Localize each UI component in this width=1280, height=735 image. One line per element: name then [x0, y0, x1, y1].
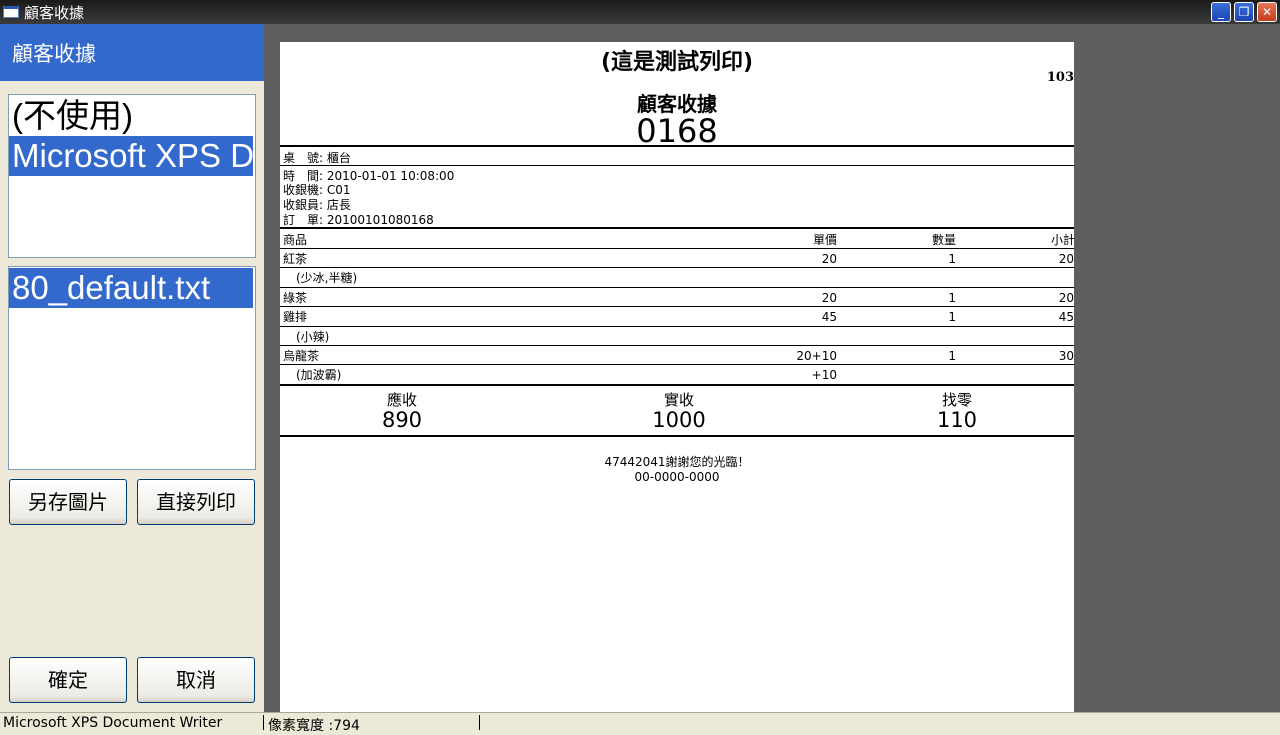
info-order-value: 20100101080168: [326, 213, 434, 227]
divider: [280, 435, 1074, 437]
footer-phone: 00-0000-0000: [634, 470, 720, 484]
minimize-icon: _: [1218, 5, 1224, 19]
window-title: 顧客收據: [24, 3, 85, 22]
info-register-value: C01: [326, 183, 351, 197]
info-register: 收銀機: C01: [283, 183, 351, 197]
column-header-price: 單價: [812, 233, 837, 247]
line-item-subtotal: 45: [1058, 310, 1074, 324]
amount-due-label: 應收: [386, 391, 417, 409]
info-table-value: 櫃台: [326, 151, 351, 165]
restore-button[interactable]: ❐: [1234, 2, 1254, 22]
left-panel: 顧客收據 (不使用) Microsoft XPS D 80_default.tx…: [0, 24, 264, 712]
status-separator: [479, 715, 480, 730]
change-label: 找零: [941, 391, 972, 409]
line-item-name: 雞排: [283, 310, 308, 324]
close-button[interactable]: ✕: [1257, 2, 1277, 22]
divider: [280, 165, 1074, 166]
column-header-subtotal: 小計: [1050, 233, 1074, 247]
line-item-price: 20: [821, 252, 837, 266]
divider: [280, 287, 1074, 288]
test-print-title: (這是測試列印): [600, 50, 754, 75]
divider: [280, 384, 1074, 386]
receipt-page: (這是測試列印) 103 顧客收據 0168 桌 號: 櫃台 時 間: 2010…: [280, 42, 1074, 712]
status-separator: [263, 715, 264, 730]
info-table-label: 桌 號: 櫃台: [283, 151, 351, 165]
line-item-price: 20: [821, 291, 837, 305]
cancel-button[interactable]: 取消: [137, 657, 255, 703]
line-item-name: 烏龍茶: [283, 349, 320, 363]
divider: [280, 145, 1074, 147]
printer-list[interactable]: (不使用) Microsoft XPS D: [8, 94, 256, 258]
print-direct-button[interactable]: 直接列印: [137, 479, 255, 525]
status-bar: Microsoft XPS Document Writer 像素寬度 :794: [0, 712, 1280, 734]
change-value: 110: [936, 408, 978, 432]
line-item-price: +10: [811, 368, 837, 382]
info-time: 時 間: 2010-01-01 10:08:00: [283, 169, 455, 183]
amount-paid-value: 1000: [652, 408, 706, 432]
divider: [280, 345, 1074, 346]
line-item-name: 紅茶: [283, 252, 308, 266]
divider: [280, 306, 1074, 307]
line-item-note: (小辣): [296, 330, 330, 344]
divider: [280, 364, 1074, 365]
ok-button[interactable]: 確定: [9, 657, 127, 703]
info-cashier: 收銀員: 店長: [283, 198, 351, 212]
divider: [280, 267, 1074, 268]
minimize-button[interactable]: _: [1211, 2, 1231, 22]
line-item-price: 45: [821, 310, 837, 324]
status-printer: Microsoft XPS Document Writer: [3, 715, 223, 731]
printer-item-xps[interactable]: Microsoft XPS D: [9, 136, 254, 176]
amount-due-value: 890: [381, 408, 423, 432]
template-list[interactable]: 80_default.txt: [8, 266, 256, 470]
column-header-qty: 數量: [931, 233, 956, 247]
status-pixel-width: 像素寬度 :794: [268, 718, 360, 734]
line-item-name: 綠茶: [283, 291, 308, 305]
save-image-button[interactable]: 另存圖片: [9, 479, 127, 525]
print-preview-area[interactable]: (這是測試列印) 103 顧客收據 0168 桌 號: 櫃台 時 間: 2010…: [264, 24, 1280, 712]
line-item-qty: 1: [948, 349, 956, 363]
column-header-item: 商品: [283, 233, 308, 247]
close-icon: ✕: [1261, 5, 1273, 19]
line-item-qty: 1: [948, 310, 956, 324]
amount-paid-label: 實收: [663, 391, 694, 409]
info-cashier-value: 店長: [326, 198, 351, 212]
info-order: 訂 單: 20100101080168: [283, 213, 434, 227]
panel-header: 顧客收據: [0, 24, 264, 81]
line-item-qty: 1: [948, 252, 956, 266]
line-item-subtotal: 20: [1058, 291, 1074, 305]
divider: [280, 248, 1074, 249]
restore-icon: ❐: [1238, 5, 1250, 19]
line-item-note: (少冰,半糖): [296, 271, 358, 285]
window-icon: [3, 6, 19, 18]
line-item-subtotal: 30: [1058, 349, 1074, 363]
line-item-note: (加波霸): [296, 368, 342, 382]
corner-number: 103: [1046, 70, 1074, 85]
template-item-default[interactable]: 80_default.txt: [9, 268, 253, 308]
divider: [280, 227, 1074, 229]
footer-thanks: 47442041謝謝您的光臨！: [604, 455, 750, 469]
line-item-qty: 1: [948, 291, 956, 305]
title-bar: 顧客收據 _ ❐ ✕: [0, 0, 1280, 24]
printer-item-none[interactable]: (不使用): [9, 96, 255, 136]
divider: [280, 326, 1074, 327]
info-time-value: 2010-01-01 10:08:00: [326, 169, 455, 183]
line-item-subtotal: 20: [1058, 252, 1074, 266]
line-item-price: 20+10: [796, 349, 837, 363]
